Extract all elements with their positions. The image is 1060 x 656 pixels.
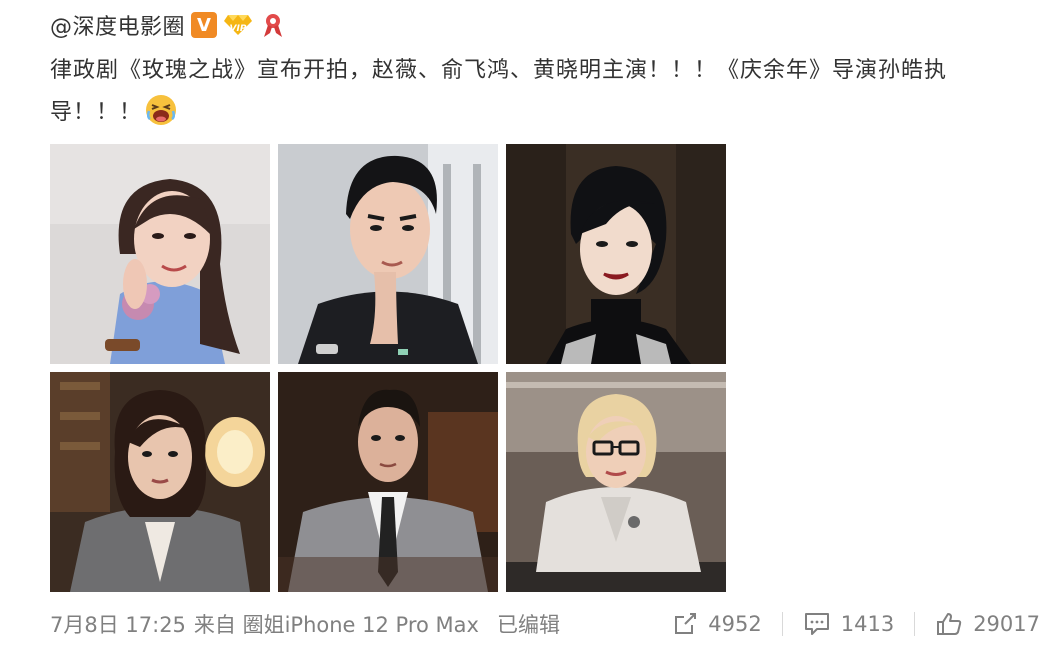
post-actions: 4952 1413 29017 [652,606,1040,642]
comment-icon [804,613,829,635]
photo-woman-gray-suit[interactable] [50,372,270,592]
username-link[interactable]: @深度电影圈 [50,9,185,41]
edited-label[interactable]: 已编辑 [497,609,560,639]
comment-count: 1413 [840,612,895,636]
photo-man-black-shirt[interactable] [278,144,498,364]
repost-icon [675,613,697,634]
repost-button[interactable]: 4952 [652,611,781,637]
like-button[interactable]: 29017 [915,611,1040,637]
svg-text:VIP: VIP [230,24,247,34]
post-source[interactable]: 来自 圈姐iPhone 12 Pro Max [194,609,479,639]
photo-grid [50,144,726,592]
comment-button[interactable]: 1413 [783,611,914,637]
verified-v-icon[interactable]: V [191,12,218,38]
laughing-crying-emoji-icon [144,93,178,142]
post-text: 律政剧《玫瑰之战》宣布开拍，赵薇、俞飞鸿、黄晓明主演！！！《庆余年》导演孙皓执导… [50,50,1010,142]
like-count: 29017 [973,612,1040,636]
vip-diamond-icon[interactable]: VIP [223,12,253,38]
photo-man-gray-suit[interactable] [278,372,498,592]
photo-woman-blue-shirt[interactable] [50,144,270,364]
ribbon-badge-icon[interactable] [259,11,287,39]
thumbs-up-icon [937,613,962,635]
post-timestamp[interactable]: 7月8日 17:25 [50,609,186,639]
photo-woman-black-turtleneck[interactable] [506,144,726,364]
repost-count: 4952 [708,612,762,636]
post-header: @深度电影圈 V VIP [50,8,287,42]
post-body-text: 律政剧《玫瑰之战》宣布开拍，赵薇、俞飞鸿、黄晓明主演！！！《庆余年》导演孙皓执导… [50,58,948,125]
photo-woman-white-jacket-glasses[interactable] [506,372,726,592]
post-footer: 7月8日 17:25 来自 圈姐iPhone 12 Pro Max 已编辑 49… [50,606,1050,642]
